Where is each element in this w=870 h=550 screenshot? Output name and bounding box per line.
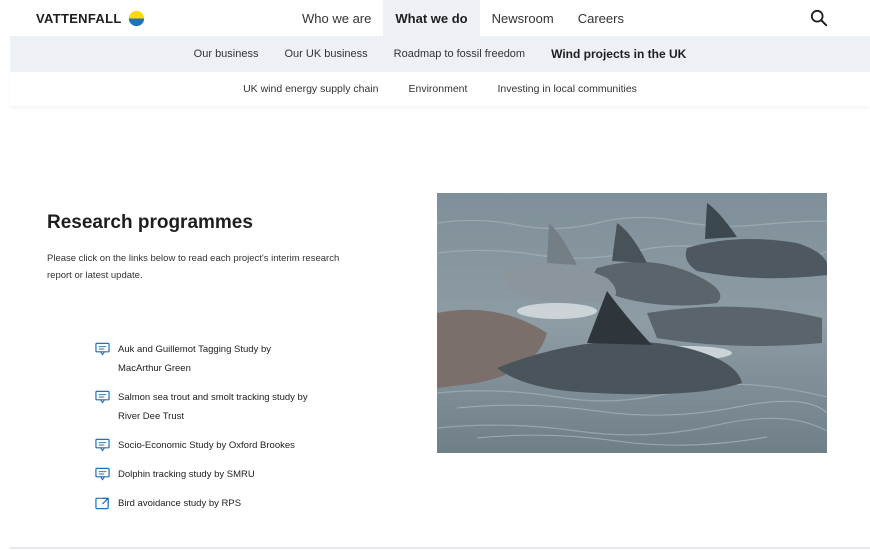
subnav-our-uk-business[interactable]: Our UK business — [271, 48, 380, 60]
nav-careers[interactable]: Careers — [566, 0, 636, 36]
link-bird-avoidance-study[interactable]: Bird avoidance study by RPS — [118, 494, 241, 513]
sub-nav: Our business Our UK business Roadmap to … — [10, 36, 870, 72]
list-item[interactable]: Dolphin tracking study by SMRU — [95, 465, 325, 484]
link-auk-guillemot-study[interactable]: Auk and Guillemot Tagging Study by MacAr… — [118, 340, 308, 378]
document-icon — [95, 438, 110, 452]
document-icon — [95, 467, 110, 481]
link-socio-economic-study[interactable]: Socio-Economic Study by Oxford Brookes — [118, 436, 295, 455]
research-links-list: Auk and Guillemot Tagging Study by MacAr… — [95, 340, 325, 523]
subnav-roadmap-fossil-freedom[interactable]: Roadmap to fossil freedom — [381, 48, 538, 60]
nav-what-we-do[interactable]: What we do — [383, 0, 480, 36]
nav-newsroom[interactable]: Newsroom — [480, 0, 566, 36]
top-header: VATTENFALL Who we are What we do Newsroo… — [0, 0, 870, 36]
document-icon — [95, 390, 110, 404]
tertnav-environment[interactable]: Environment — [393, 83, 482, 95]
nav-who-we-are[interactable]: Who we are — [290, 0, 383, 36]
tertnav-supply-chain[interactable]: UK wind energy supply chain — [228, 83, 393, 95]
dolphins-photo — [437, 193, 827, 453]
subnav-wind-projects-uk[interactable]: Wind projects in the UK — [538, 47, 699, 61]
link-dolphin-tracking-study[interactable]: Dolphin tracking study by SMRU — [118, 465, 255, 484]
intro-text: Please click on the links below to read … — [47, 253, 340, 281]
external-link-icon — [95, 497, 109, 510]
list-item[interactable]: Socio-Economic Study by Oxford Brookes — [95, 436, 325, 455]
bottom-divider — [10, 547, 870, 549]
vattenfall-logo-icon — [128, 10, 144, 26]
document-icon — [95, 342, 110, 356]
vattenfall-logo[interactable]: VATTENFALL — [36, 9, 145, 27]
main-nav: Who we are What we do Newsroom Careers — [290, 0, 636, 36]
page-heading: Research programmes — [47, 212, 253, 233]
dolphins-illustration — [437, 193, 827, 453]
tertnav-local-communities[interactable]: Investing in local communities — [482, 83, 651, 95]
subnav-our-business[interactable]: Our business — [181, 48, 272, 60]
tertiary-nav: UK wind energy supply chain Environment … — [10, 72, 870, 106]
link-salmon-trout-study[interactable]: Salmon sea trout and smolt tracking stud… — [118, 388, 308, 426]
list-item[interactable]: Auk and Guillemot Tagging Study by MacAr… — [95, 340, 325, 378]
search-icon[interactable] — [810, 9, 828, 27]
brand-name: VATTENFALL — [36, 10, 122, 26]
list-item[interactable]: Salmon sea trout and smolt tracking stud… — [95, 388, 325, 426]
list-item[interactable]: Bird avoidance study by RPS — [95, 494, 325, 513]
